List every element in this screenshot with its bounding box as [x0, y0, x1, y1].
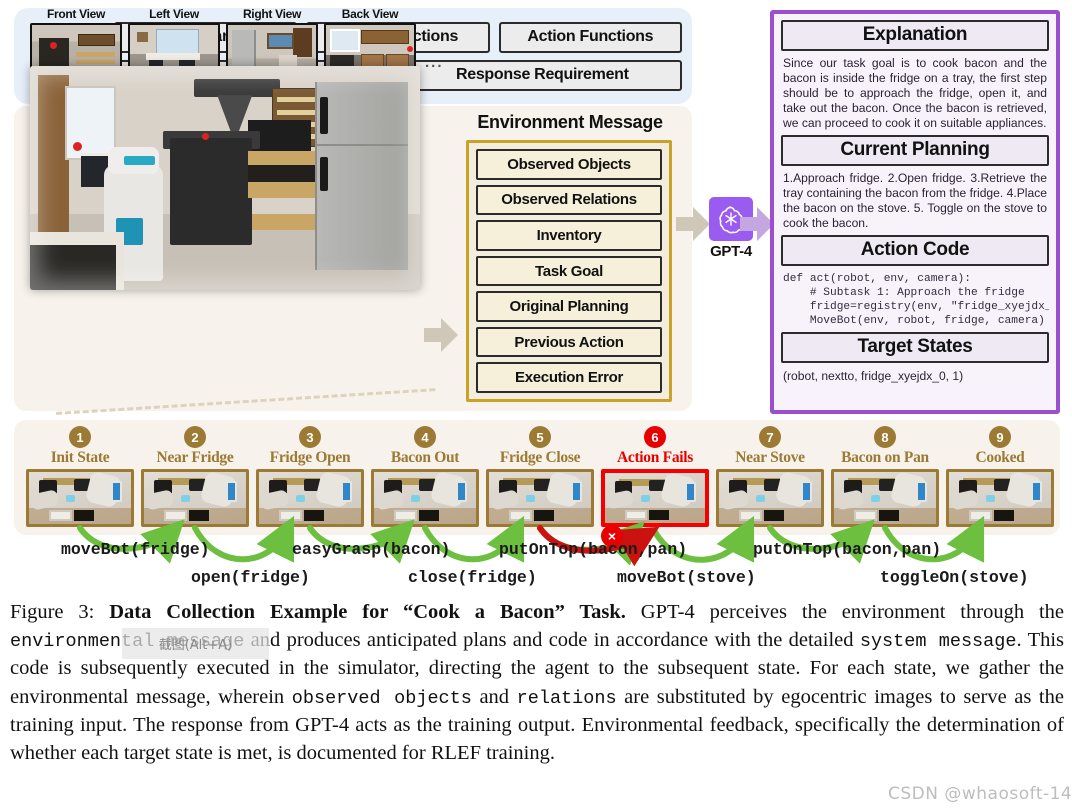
state-4-image — [371, 469, 479, 527]
state-5-number: 5 — [529, 426, 551, 448]
state-7-number: 7 — [759, 426, 781, 448]
state-3-number: 3 — [299, 426, 321, 448]
caption-part4: and — [471, 685, 517, 708]
view-back: Back View — [324, 7, 416, 75]
view-right: Right View — [226, 7, 318, 75]
action-label-open-fridge: open(fridge) — [191, 568, 310, 587]
gpt-output-panel: Explanation Since our task goal is to co… — [770, 10, 1060, 414]
state-5[interactable]: 5 Fridge Close — [484, 426, 596, 527]
env-item-inventory[interactable]: Inventory — [476, 220, 662, 251]
csdn-watermark: CSDN @whaosoft-143 — [888, 784, 1072, 804]
env-item-task-goal[interactable]: Task Goal — [476, 255, 662, 287]
state-5-image — [486, 469, 594, 527]
state-4-label: Bacon Out — [390, 449, 460, 466]
view-left: Left View — [128, 7, 220, 75]
caption-figure-number: Figure 3: — [10, 601, 95, 623]
caption-mono-relations: relations — [516, 687, 617, 709]
action-label-putontop-bacon-pan-1: putOnTop(bacon,pan) — [499, 540, 688, 559]
view-front-label: Front View — [46, 7, 106, 21]
action-label-putontop-bacon-pan-2: putOnTop(bacon,pan) — [753, 540, 942, 559]
env-item-previous-action[interactable]: Previous Action — [476, 326, 662, 358]
state-6-label: Action Fails — [616, 449, 694, 466]
action-label-movebot-fridge: moveBot(fridge) — [61, 540, 210, 559]
caption-title: Data Collection Example for “Cook a Baco… — [109, 601, 626, 623]
explanation-header: Explanation — [781, 20, 1049, 51]
state-9-label: Cooked — [975, 449, 1025, 466]
caption-part1: GPT-4 perceives the environment through … — [625, 601, 1064, 623]
state-8-number: 8 — [874, 426, 896, 448]
figure-caption: Figure 3: Data Collection Example for “C… — [10, 598, 1064, 767]
state-6-number: 6 — [644, 426, 666, 448]
caption-mono-system-message: system message — [859, 631, 1017, 653]
action-code-text: def act(robot, env, camera): # Subtask 1… — [783, 272, 1049, 328]
state-2-image — [141, 469, 249, 527]
state-1-number: 1 — [69, 426, 91, 448]
env-item-observed-relations[interactable]: Observed Relations — [476, 184, 662, 216]
env-item-execution-error[interactable]: Execution Error — [476, 362, 662, 394]
action-label-movebot-stove: moveBot(stove) — [617, 568, 756, 587]
state-7-image — [716, 469, 824, 527]
caption-mono-observed-objects: observed objects — [291, 687, 472, 709]
view-front: Front View — [30, 7, 122, 75]
state-8[interactable]: 8 Bacon on Pan — [829, 426, 941, 527]
action-label-toggleon-stove: toggleOn(stove) — [880, 568, 1029, 587]
state-9-image — [946, 469, 1054, 527]
state-1[interactable]: 1 Init State — [24, 426, 136, 527]
environment-message-title: Environment Message — [477, 112, 663, 132]
arrow-gpt-to-output — [740, 207, 774, 241]
state-4[interactable]: 4 Bacon Out — [369, 426, 481, 527]
gpt4-label: GPT-4 — [710, 243, 752, 260]
state-2-label: Near Fridge — [156, 449, 234, 466]
state-9[interactable]: 9 Cooked — [944, 426, 1056, 527]
state-1-image — [26, 469, 134, 527]
arrow-envmsg-to-gpt — [676, 207, 710, 241]
state-8-image — [831, 469, 939, 527]
state-7-label: Near Stove — [735, 449, 805, 466]
state-1-label: Init State — [50, 449, 110, 466]
target-states-text: (robot, nextto, fridge_xyejdx_0, 1) — [783, 369, 964, 384]
state-2[interactable]: 2 Near Fridge — [139, 426, 251, 527]
env-item-observed-objects[interactable]: Observed Objects — [476, 149, 662, 180]
screenshot-hint-overlay: 截图(Alt+A) — [122, 628, 269, 659]
state-9-number: 9 — [989, 426, 1011, 448]
action-label-easygrasp-bacon: easyGrasp(bacon) — [292, 540, 451, 559]
chip-action-functions[interactable]: Action Functions — [498, 21, 682, 53]
state-8-label: Bacon on Pan — [841, 449, 929, 466]
view-left-label: Left View — [149, 7, 199, 21]
action-label-close-fridge: close(fridge) — [408, 568, 537, 587]
action-code-header: Action Code — [781, 234, 1049, 266]
current-planning-header: Current Planning — [781, 134, 1049, 166]
main-scene-image — [30, 66, 420, 290]
current-planning-text: 1.Approach fridge. 2.Open fridge. 3.Retr… — [783, 170, 1047, 230]
chip-response-requirement[interactable]: Response Requirement — [402, 59, 682, 91]
figure-root: System Message Role Explanation Utility … — [0, 0, 1072, 811]
caption-part2: and produces anticipated plans and code … — [244, 629, 860, 652]
state-3-label: Fridge Open — [269, 449, 351, 466]
state-5-label: Fridge Close — [499, 449, 581, 466]
view-back-label: Back View — [341, 7, 399, 21]
environment-message-box: Observed Objects Observed Relations Inve… — [466, 140, 672, 402]
view-right-label: Right View — [242, 7, 302, 21]
arrow-scene-to-envmsg — [424, 318, 458, 352]
state-2-number: 2 — [184, 426, 206, 448]
env-item-original-planning[interactable]: Original Planning — [476, 291, 662, 322]
state-7[interactable]: 7 Near Stove — [714, 426, 826, 527]
state-4-number: 4 — [414, 426, 436, 448]
target-states-header: Target States — [781, 332, 1049, 364]
state-6-image — [601, 469, 709, 527]
view-thumbnail-strip: Front View Left View Right View Back Vie… — [30, 7, 444, 75]
state-6[interactable]: 6 Action Fails — [599, 426, 711, 527]
explanation-text: Since our task goal is to cook bacon and… — [783, 56, 1047, 130]
state-3-image — [256, 469, 364, 527]
view-ellipsis: ... — [425, 54, 444, 71]
state-3[interactable]: 3 Fridge Open — [254, 426, 366, 527]
